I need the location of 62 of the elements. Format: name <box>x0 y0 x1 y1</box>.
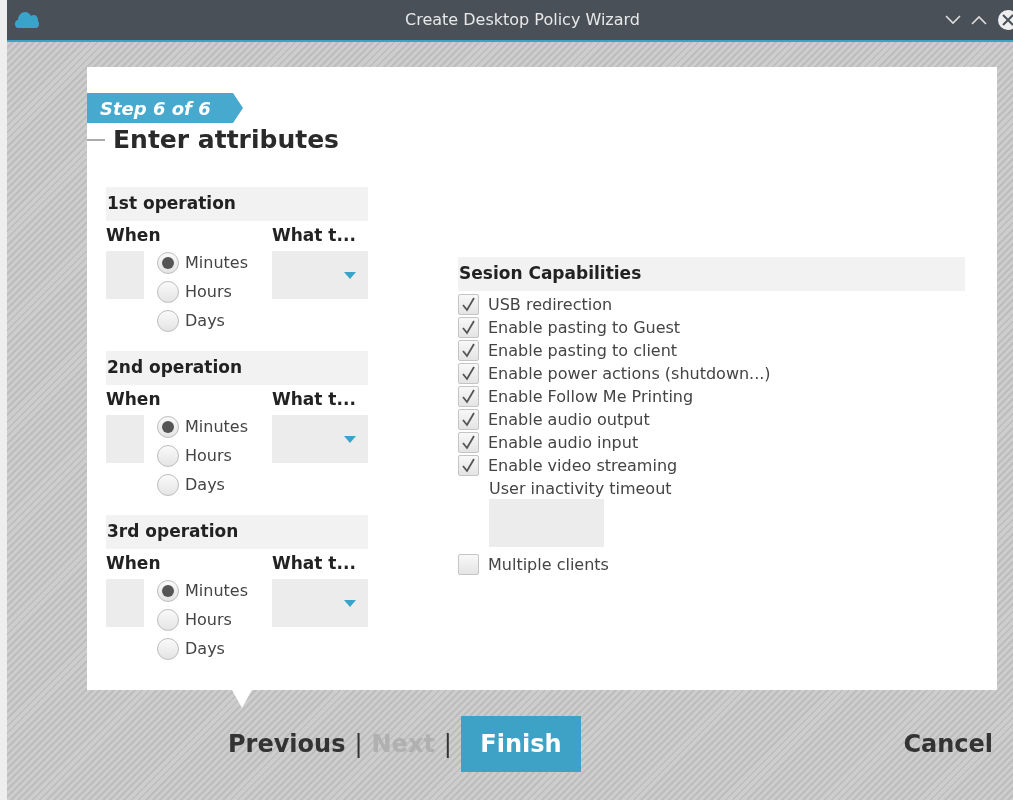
field-label: What t... <box>272 552 357 576</box>
field-label: When <box>106 552 161 576</box>
radio-button[interactable] <box>157 251 179 274</box>
step-banner: Step 6 of 6 <box>87 93 243 123</box>
field-label: What t... <box>272 388 357 412</box>
checkbox-label: Enable pasting to Guest <box>488 316 681 339</box>
field-label: When <box>106 224 161 248</box>
checkbox-label: Enable power actions (shutdown...) <box>488 362 771 385</box>
radio-button[interactable] <box>157 415 179 438</box>
dropdown-arrow-icon <box>344 271 356 279</box>
radio-button[interactable] <box>157 444 179 467</box>
checkbox[interactable] <box>458 340 479 361</box>
checkbox[interactable] <box>458 317 479 338</box>
section-header: 3rd operation <box>106 515 368 549</box>
radio-label: Hours <box>185 444 232 467</box>
checkbox[interactable] <box>458 432 479 453</box>
checkbox-label: Multiple clients <box>488 553 609 576</box>
checkbox[interactable] <box>458 294 479 315</box>
checkbox[interactable] <box>458 554 479 575</box>
section-header: Sesion Capabilities <box>458 257 965 291</box>
cloud-icon <box>15 10 39 30</box>
radio-label: Days <box>185 637 225 660</box>
section-header: 2nd operation <box>106 351 368 385</box>
radio-label: Minutes <box>185 579 248 602</box>
separator: | <box>354 729 363 760</box>
radio-label: Days <box>185 473 225 496</box>
radio-label: Minutes <box>185 251 248 274</box>
radio-button[interactable] <box>157 309 179 332</box>
dropdown-arrow-icon <box>344 599 356 607</box>
radio-label: Minutes <box>185 415 248 438</box>
close-icon[interactable] <box>997 9 1013 31</box>
checkbox-label: Enable pasting to client <box>488 339 678 362</box>
separator: | <box>443 729 452 760</box>
minimize-icon[interactable] <box>945 15 961 25</box>
field-label: User inactivity timeout <box>489 478 673 499</box>
field-label: When <box>106 388 161 412</box>
radio-button[interactable] <box>157 280 179 303</box>
checkbox[interactable] <box>458 386 479 407</box>
cancel-button[interactable]: Cancel <box>903 726 993 762</box>
dropdown-arrow-icon <box>344 435 356 443</box>
checkbox[interactable] <box>458 455 479 476</box>
radio-button[interactable] <box>157 637 179 660</box>
checkbox[interactable] <box>458 409 479 430</box>
checkbox-label: Enable Follow Me Printing <box>488 385 694 408</box>
radio-label: Hours <box>185 608 232 631</box>
connector-line <box>87 139 105 141</box>
maximize-icon[interactable] <box>971 15 987 25</box>
page-heading: Enter attributes <box>113 124 339 157</box>
checkbox-label: USB redirection <box>488 293 613 316</box>
radio-button[interactable] <box>157 579 179 602</box>
radio-button[interactable] <box>157 473 179 496</box>
section-header: 1st operation <box>106 187 368 221</box>
field-label: What t... <box>272 224 357 248</box>
radio-label: Days <box>185 309 225 332</box>
radio-label: Hours <box>185 280 232 303</box>
previous-button[interactable]: Previous <box>228 726 346 762</box>
radio-button[interactable] <box>157 608 179 631</box>
checkbox-label: Enable audio output <box>488 408 650 431</box>
checkbox-label: Enable video streaming <box>488 454 678 477</box>
checkbox-label: Enable audio input <box>488 431 639 454</box>
window-title: Create Desktop Policy Wizard <box>405 9 640 31</box>
checkbox[interactable] <box>458 363 479 384</box>
